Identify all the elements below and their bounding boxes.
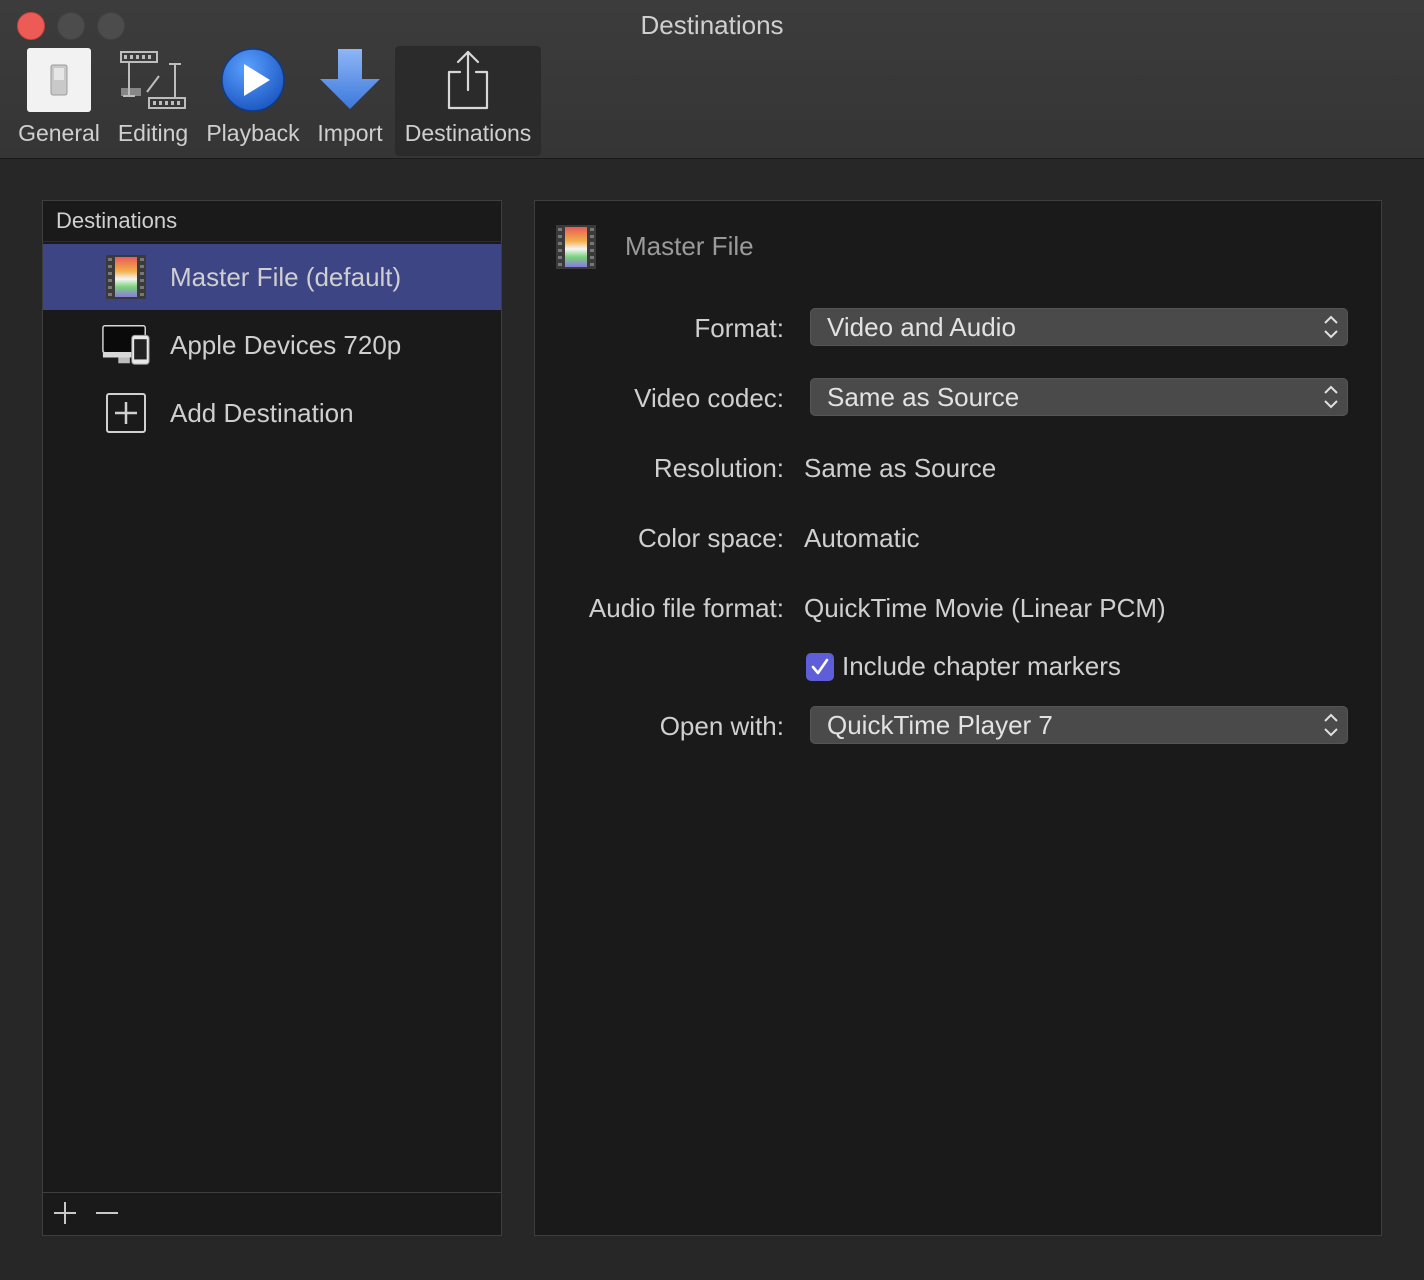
chapter-markers-label: Include chapter markers [842,651,1121,681]
window-title: Destinations [640,10,784,40]
open-with-label: Open with: [659,711,784,741]
list-header: Destinations [43,201,501,242]
toolbar-label: General [18,120,100,146]
general-icon [24,46,94,114]
add-box-icon [101,388,151,438]
add-destination[interactable]: Add Destination [43,380,501,446]
toolbar-label: Editing [117,120,189,146]
open-with-popup[interactable]: QuickTime Player 7 [810,706,1348,744]
up-down-chevron-icon [1324,385,1338,409]
destination-apple-devices[interactable]: Apple Devices 720p [43,312,501,378]
toolbar-destinations[interactable]: Destinations [395,46,541,156]
destination-name: Master File [625,231,754,261]
destination-label: Add Destination [170,397,354,428]
playback-icon [218,46,288,114]
preferences-window: Destinations General Editing Playback Im… [0,0,1424,1280]
popup-value: Same as Source [827,382,1020,412]
audio-format-value: QuickTime Movie (Linear PCM) [804,593,1166,623]
resolution-label: Resolution: [653,453,784,483]
video-codec-label: Video codec: [634,383,784,413]
editing-icon [118,46,188,114]
title-bar: Destinations General Editing Playback Im… [0,0,1424,159]
remove-button[interactable] [91,1197,123,1229]
up-down-chevron-icon [1324,713,1338,737]
film-strip-icon [555,225,597,269]
video-codec-popup[interactable]: Same as Source [810,378,1348,416]
minus-icon [96,1212,118,1214]
color-space-label: Color space: [638,523,784,553]
format-popup[interactable]: Video and Audio [810,308,1348,346]
toolbar-general[interactable]: General [14,46,104,156]
destinations-list: Destinations Master File (default) Apple… [42,200,502,1236]
apple-devices-icon [101,320,151,370]
toolbar-label: Playback [206,120,300,146]
resolution-value: Same as Source [804,453,997,483]
import-icon [315,46,385,114]
popup-value: Video and Audio [827,312,1016,342]
toolbar-editing[interactable]: Editing [110,46,196,156]
toolbar-label: Destinations [404,120,532,146]
plus-icon [54,1202,76,1224]
popup-value: QuickTime Player 7 [827,710,1053,740]
color-space-value: Automatic [804,523,920,553]
destination-settings: Master File Format: Video and Audio Vide… [534,200,1382,1236]
film-strip-icon [101,252,151,302]
add-button[interactable] [49,1197,81,1229]
up-down-chevron-icon [1324,315,1338,339]
destination-master-file[interactable]: Master File (default) [43,244,501,310]
share-icon [433,46,503,114]
chapter-markers-checkbox[interactable] [806,653,834,681]
destination-label: Apple Devices 720p [170,329,402,360]
toolbar-import[interactable]: Import [310,46,390,156]
format-label: Format: [694,313,784,343]
toolbar-playback[interactable]: Playback [203,46,303,156]
toolbar-label: Import [317,120,383,146]
destination-label: Master File (default) [170,261,402,292]
checkmark-icon [811,658,829,675]
list-footer [43,1192,501,1235]
audio-format-label: Audio file format: [588,593,784,623]
